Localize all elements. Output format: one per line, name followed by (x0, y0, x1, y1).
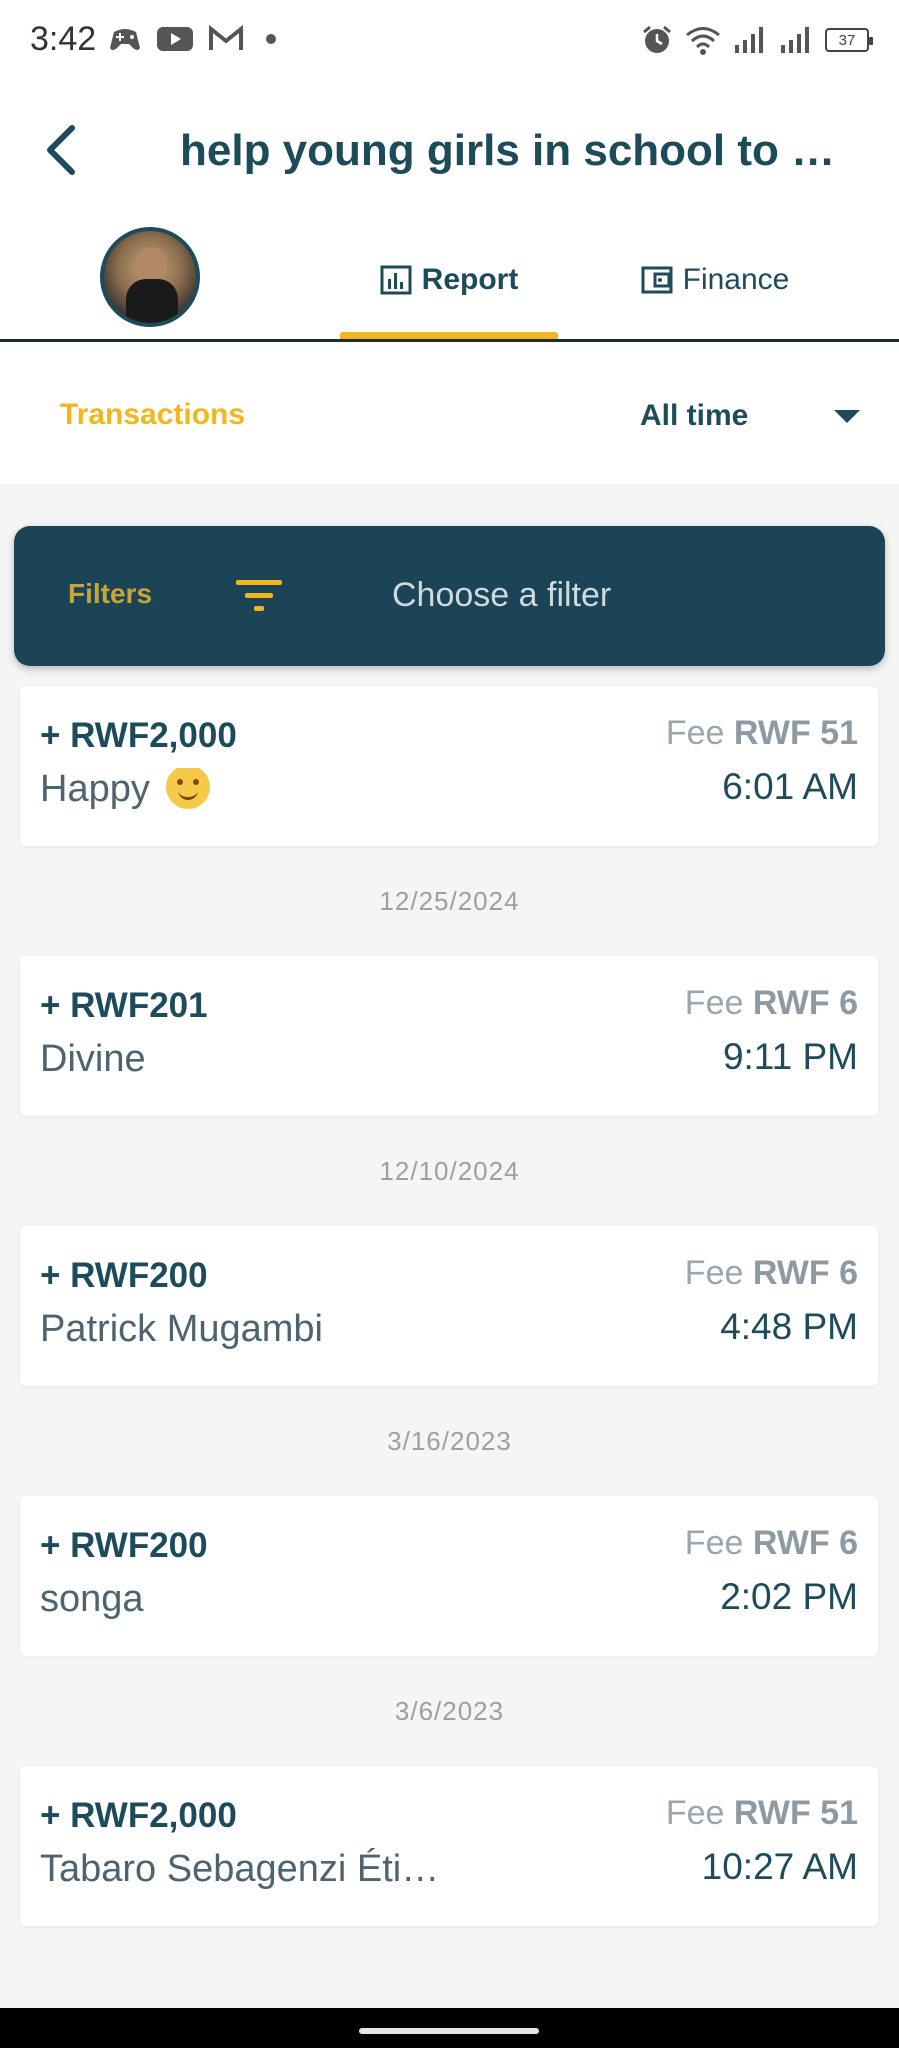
transaction-card[interactable]: + RWF200 songa Fee RWF 6 2:02 PM (20, 1496, 878, 1656)
caret-down-icon (834, 409, 860, 423)
app-header: help young girls in school to g… (0, 82, 899, 217)
donor-name-text: Happy (40, 768, 150, 810)
wifi-icon (686, 27, 720, 55)
signal-icon (735, 27, 763, 53)
alarm-icon (643, 25, 671, 53)
fee-label: Fee (684, 1254, 744, 1292)
period-value: All time (640, 399, 749, 432)
transaction-amount: + RWF201 (40, 986, 208, 1025)
youtube-icon (157, 27, 193, 51)
notification-icons (108, 24, 276, 54)
fee-label: Fee (684, 1524, 744, 1562)
period-dropdown[interactable]: All time (640, 394, 860, 438)
signal-icon-2 (781, 27, 809, 53)
transaction-fee: Fee RWF 6 (685, 984, 858, 1023)
page-title: help young girls in school to g… (180, 126, 860, 175)
fee-value: RWF 6 (752, 984, 858, 1022)
date-separator: 12/25/2024 (379, 885, 520, 916)
filter-icon[interactable] (234, 576, 284, 616)
battery-icon: 37 (825, 28, 873, 52)
back-button[interactable] (30, 120, 90, 180)
filters-label[interactable]: Filters (68, 578, 152, 610)
filter-bar[interactable]: Filters Choose a filter (14, 526, 885, 666)
avatar-face (136, 247, 166, 281)
transaction-time: 2:02 PM (720, 1576, 858, 1617)
donor-name: Divine (40, 1038, 146, 1080)
home-gesture-handle[interactable] (359, 2028, 539, 2034)
avatar[interactable] (100, 227, 200, 327)
transactions-label: Transactions (60, 398, 246, 431)
tab-bar: Report Finance (0, 217, 899, 342)
transaction-fee: Fee RWF 51 (666, 714, 858, 753)
gmail-icon (209, 25, 243, 50)
tab-finance[interactable]: Finance (630, 217, 800, 342)
filter-select[interactable]: Choose a filter (392, 576, 611, 615)
tab-report[interactable]: Report (340, 217, 558, 342)
fee-value: RWF 6 (752, 1254, 858, 1292)
date-separator: 3/16/2023 (387, 1425, 512, 1456)
transaction-time: 6:01 AM (722, 766, 858, 807)
transaction-fee: Fee RWF 51 (666, 1794, 858, 1833)
transaction-amount: + RWF200 (40, 1256, 208, 1295)
transaction-time: 4:48 PM (720, 1306, 858, 1347)
transaction-fee: Fee RWF 6 (685, 1524, 858, 1563)
fee-value: RWF 51 (733, 714, 858, 752)
donor-name: Tabaro Sebagenzi Éti… (40, 1848, 440, 1890)
tab-report-label: Report (421, 262, 519, 296)
date-separator: 12/10/2024 (379, 1155, 520, 1186)
donor-name: Happy (40, 768, 540, 813)
transaction-fee: Fee RWF 6 (685, 1254, 858, 1293)
donor-name: songa (40, 1578, 144, 1620)
system-icons: 37 (641, 24, 873, 56)
transaction-card[interactable]: + RWF2,000 Tabaro Sebagenzi Éti… Fee RWF… (20, 1766, 878, 1926)
transaction-card[interactable]: + RWF200 Patrick Mugambi Fee RWF 6 4:48 … (20, 1226, 878, 1386)
wallet-icon (641, 266, 673, 293)
transaction-time: 9:11 PM (722, 1036, 858, 1077)
active-tab-indicator (340, 332, 558, 339)
transaction-amount: + RWF2,000 (40, 1796, 237, 1835)
fee-label: Fee (665, 1794, 725, 1832)
date-separator: 3/6/2023 (394, 1695, 505, 1726)
back-arrow-icon (47, 125, 75, 175)
system-nav-bar (0, 2008, 899, 2048)
game-controller-icon (110, 29, 140, 50)
transaction-card[interactable]: + RWF201 Divine Fee RWF 6 9:11 PM (20, 956, 878, 1116)
avatar-body (126, 279, 178, 323)
battery-level: 37 (838, 31, 856, 49)
fee-label: Fee (684, 984, 744, 1022)
donor-name: Patrick Mugambi (40, 1308, 323, 1350)
fee-value: RWF 51 (733, 1794, 858, 1832)
transaction-time: 10:27 AM (701, 1846, 858, 1887)
fee-label: Fee (665, 714, 725, 752)
section-header: Transactions All time (0, 342, 899, 484)
transaction-card[interactable]: + RWF2,000 Happy Fee RWF 51 6:01 AM (20, 686, 878, 846)
transactions-area[interactable]: Filters Choose a filter + RWF2,000 Happy… (0, 484, 899, 2008)
transaction-amount: + RWF2,000 (40, 716, 237, 755)
transaction-amount: + RWF200 (40, 1526, 208, 1565)
tab-finance-label: Finance (682, 262, 790, 296)
fee-value: RWF 6 (752, 1524, 858, 1562)
status-time: 3:42 (30, 20, 97, 58)
more-notifications-dot-icon (266, 34, 276, 44)
transaction-list: + RWF2,000 Happy Fee RWF 51 6:01 AM 12/2… (0, 686, 899, 1926)
bar-chart-icon (380, 265, 412, 294)
status-bar: 3:42 37 (0, 0, 899, 82)
smiling-face-emoji-icon (166, 768, 211, 809)
